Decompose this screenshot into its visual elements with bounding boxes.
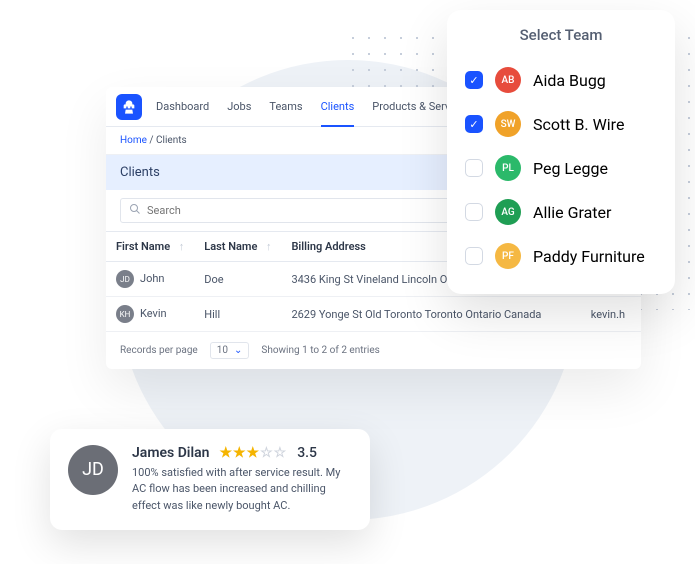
nav-teams[interactable]: Teams <box>269 88 302 126</box>
star-rating: ★★★☆☆ <box>219 445 287 461</box>
nav: Dashboard Jobs Teams Clients Products & … <box>156 88 470 126</box>
review-card: JD James Dilan ★★★☆☆ 3.5 100% satisfied … <box>50 429 370 531</box>
nav-jobs[interactable]: Jobs <box>227 88 251 126</box>
chevron-down-icon: ⌄ <box>234 345 242 356</box>
member-name: Aida Bugg <box>533 71 606 90</box>
team-row[interactable]: ✓ AB Aida Bugg <box>465 58 657 102</box>
search-input[interactable] <box>147 204 472 217</box>
cell-last: Hill <box>194 297 281 332</box>
nav-clients[interactable]: Clients <box>321 88 355 127</box>
checkbox[interactable] <box>465 159 483 177</box>
cell-last: Doe <box>194 262 281 297</box>
table-row[interactable]: KH Kevin Hill2629 Yonge St Old Toronto Tor… <box>106 297 641 332</box>
avatar: PF <box>495 243 521 269</box>
avatar: PL <box>495 155 521 181</box>
member-name: Scott B. Wire <box>533 115 624 134</box>
cell-first: John <box>140 272 164 285</box>
col-label: Billing Address <box>291 240 365 253</box>
team-row[interactable]: AG Allie Grater <box>465 190 657 234</box>
search-input-wrap[interactable] <box>120 198 481 223</box>
avatar: AG <box>495 199 521 225</box>
avatar: JD <box>68 445 118 495</box>
avatar: AB <box>495 67 521 93</box>
team-row[interactable]: PL Peg Legge <box>465 146 657 190</box>
member-name: Paddy Furniture <box>533 247 645 266</box>
breadcrumb-current: Clients <box>156 135 187 146</box>
checkbox[interactable] <box>465 247 483 265</box>
col-first-name[interactable]: First Name ↑ <box>106 232 194 262</box>
review-header: James Dilan ★★★☆☆ 3.5 <box>132 445 352 461</box>
team-panel-title: Select Team <box>465 26 657 44</box>
pager-summary: Showing 1 to 2 of 2 entries <box>261 345 379 356</box>
checkbox[interactable]: ✓ <box>465 115 483 133</box>
pager: Records per page 10 ⌄ Showing 1 to 2 of … <box>106 332 641 369</box>
page-size-value: 10 <box>217 345 228 356</box>
sort-icon: ↑ <box>179 240 185 253</box>
cell-first: Kevin <box>140 307 167 320</box>
reviewer-name: James Dilan <box>132 445 209 461</box>
rating-value: 3.5 <box>297 445 317 461</box>
breadcrumb-sep: / <box>149 135 153 146</box>
pager-label: Records per page <box>120 345 198 356</box>
col-label: First Name <box>116 240 170 253</box>
breadcrumb-home[interactable]: Home <box>120 135 147 146</box>
team-row[interactable]: ✓ SW Scott B. Wire <box>465 102 657 146</box>
nav-dashboard[interactable]: Dashboard <box>156 88 209 126</box>
logo-icon <box>116 94 142 120</box>
page-size-select[interactable]: 10 ⌄ <box>210 342 250 359</box>
col-label: Last Name <box>204 240 257 253</box>
checkbox[interactable] <box>465 203 483 221</box>
avatar: SW <box>495 111 521 137</box>
select-team-panel: Select Team ✓ AB Aida Bugg ✓ SW Scott B. Wire… <box>447 10 675 294</box>
avatar: KH <box>116 305 134 323</box>
member-name: Allie Grater <box>533 203 611 222</box>
col-last-name[interactable]: Last Name ↑ <box>194 232 281 262</box>
cell-email: kevin.h <box>581 297 641 332</box>
avatar: JD <box>116 270 134 288</box>
review-text: 100% satisfied with after service result… <box>132 465 352 515</box>
search-icon <box>129 203 141 218</box>
team-row[interactable]: PF Paddy Furniture <box>465 234 657 278</box>
sort-icon: ↑ <box>266 240 272 253</box>
cell-addr: 2629 Yonge St Old Toronto Toronto Ontari… <box>281 297 580 332</box>
checkbox[interactable]: ✓ <box>465 71 483 89</box>
member-name: Peg Legge <box>533 159 608 178</box>
